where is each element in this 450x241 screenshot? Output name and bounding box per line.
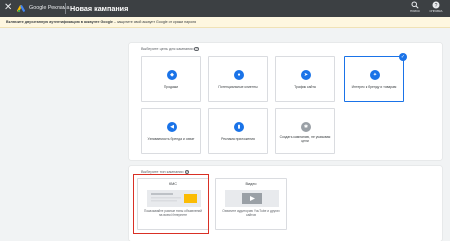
gear-icon: ✱ <box>301 122 311 132</box>
goal-tile-brand-interest[interactable]: ✓ ✦ Интерес к бренду и товарам <box>344 53 407 102</box>
goal-heading-text: Выберите цель для кампании <box>141 47 194 51</box>
campaign-type-heading-text: Выберите тип кампании <box>141 170 184 174</box>
help-button-label: СПРАВКА <box>429 9 443 13</box>
campaign-type-title: КМС <box>168 182 178 186</box>
campaign-type-title: Видео <box>245 182 257 186</box>
help-circle-icon[interactable]: ? <box>184 169 190 175</box>
notice-bold-text[interactable]: Включите двухэтапную аутентификацию в ак… <box>6 20 113 24</box>
megaphone-icon: ◀ <box>167 122 177 132</box>
sparkle-icon: ✦ <box>370 70 380 80</box>
header-divider <box>65 3 66 14</box>
top-app-bar: ✕ Google Реклама Новая кампания ПОИСК ? … <box>0 0 450 17</box>
goal-tile-awareness[interactable]: ◀ Узнаваемость бренда и охват <box>141 108 201 154</box>
google-ads-logo <box>17 5 25 13</box>
phone-icon: ▮ <box>234 122 244 132</box>
svg-text:?: ? <box>435 3 438 9</box>
video-preview-icon <box>225 190 279 207</box>
checkmark-icon: ✓ <box>399 53 407 61</box>
campaign-type-display[interactable]: КМС Показывайте разные типы объявлений н… <box>137 178 209 230</box>
campaign-type-card: Выберите тип кампании? КМС Показывайте р… <box>129 166 442 241</box>
help-circle-icon[interactable]: ? <box>194 46 199 52</box>
close-icon[interactable]: ✕ <box>4 2 12 14</box>
goal-tile-label: Продажи <box>163 85 179 89</box>
search-icon <box>411 1 419 9</box>
campaign-type-description: Охватите аудиторию YouTube и других сайт… <box>222 209 280 218</box>
notice-text: – защитите свой аккаунт Google от кражи … <box>112 20 197 24</box>
goal-tile-traffic[interactable]: ➤ Трафик сайта <box>275 56 335 102</box>
goal-section-heading: Выберите цель для кампании? <box>141 46 199 52</box>
security-notice: Включите двухэтапную аутентификацию в ак… <box>0 17 450 28</box>
help-icon: ? <box>432 1 440 9</box>
goal-tile-label: Потенциальные клиенты <box>218 85 258 89</box>
goal-tile-label: Узнаваемость бренда и охват <box>147 137 195 141</box>
goal-card: Выберите цель для кампании? ◆ Продажи ● … <box>129 43 442 160</box>
cursor-icon: ➤ <box>301 70 311 80</box>
campaign-type-description: Показывайте разные типы объявлений на вс… <box>144 209 202 218</box>
search-button[interactable]: ПОИСК <box>407 1 423 16</box>
display-preview-icon <box>147 190 201 207</box>
goal-tile-label: Трафик сайта <box>294 85 316 89</box>
goal-tile-app-promotion[interactable]: ▮ Реклама приложения <box>208 108 268 154</box>
goal-tile-label: Реклама приложения <box>221 137 255 141</box>
tag-icon: ◆ <box>167 70 177 80</box>
goal-tile-sales[interactable]: ◆ Продажи <box>141 56 201 102</box>
campaign-type-heading: Выберите тип кампании? <box>141 169 190 175</box>
goal-tile-label: Интерес к бренду и товарам <box>351 85 397 89</box>
search-button-label: ПОИСК <box>410 9 420 13</box>
goal-tile-label: Создать кампанию, не указывая цели <box>279 135 331 144</box>
goal-tile-no-goal[interactable]: ✱ Создать кампанию, не указывая цели <box>275 108 335 154</box>
campaign-type-video[interactable]: Видео Охватите аудиторию YouTube и други… <box>215 178 287 230</box>
help-button[interactable]: ? СПРАВКА <box>428 1 444 16</box>
people-icon: ● <box>234 70 244 80</box>
goal-tile-leads[interactable]: ● Потенциальные клиенты <box>208 56 268 102</box>
page-title: Новая кампания <box>70 4 129 13</box>
brand-name: Google Реклама <box>29 5 70 11</box>
